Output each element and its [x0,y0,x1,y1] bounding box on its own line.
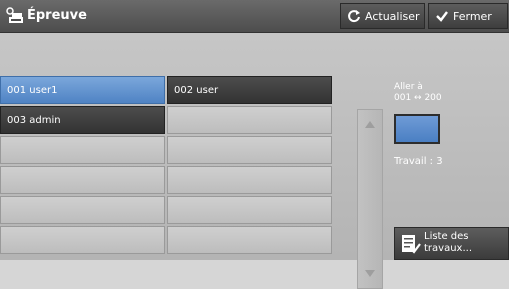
scroll-bar[interactable] [357,109,383,289]
proof-print-icon [6,7,23,23]
user-cell[interactable]: 001 user1 [0,76,165,104]
job-list-label: Liste des travaux... [424,231,472,255]
title-bar: Épreuve Actualiser Fermer [0,0,509,33]
user-cell[interactable] [167,226,332,254]
refresh-button[interactable]: Actualiser [340,3,425,29]
goto-input[interactable] [394,114,440,144]
user-cell[interactable] [0,136,165,164]
main-panel: 001 user1 002 user 003 admin Aller à 001 ↔… [0,33,509,289]
goto-range: 001 ↔ 200 [394,93,442,103]
job-list-label-line1: Liste des [424,231,469,242]
user-cell-label: 002 user [174,84,219,96]
goto-label: Aller à 001 ↔ 200 [394,82,442,104]
job-list-label-line2: travaux... [424,243,472,254]
user-cell-label: 003 admin [7,114,61,126]
user-cell[interactable] [167,106,332,134]
user-cell[interactable] [0,166,165,194]
refresh-label: Actualiser [365,9,420,23]
goto-title: Aller à [394,82,423,92]
job-list-icon [402,235,421,254]
user-cell[interactable] [167,166,332,194]
close-button[interactable]: Fermer [428,3,508,29]
close-label: Fermer [453,9,492,23]
user-cell[interactable] [0,196,165,224]
scroll-down-icon[interactable] [365,270,375,277]
check-icon [436,11,448,22]
job-count: Travail : 3 [394,156,443,167]
page-title: Épreuve [27,8,87,23]
user-cell[interactable]: 003 admin [0,106,165,134]
user-cell[interactable]: 002 user [167,76,332,104]
refresh-icon [348,10,360,23]
job-list-button[interactable]: Liste des travaux... [394,227,509,260]
scroll-up-icon[interactable] [365,121,375,128]
user-cell[interactable] [167,196,332,224]
user-cell[interactable] [0,226,165,254]
user-cell[interactable] [167,136,332,164]
user-cell-label: 001 user1 [7,84,58,96]
